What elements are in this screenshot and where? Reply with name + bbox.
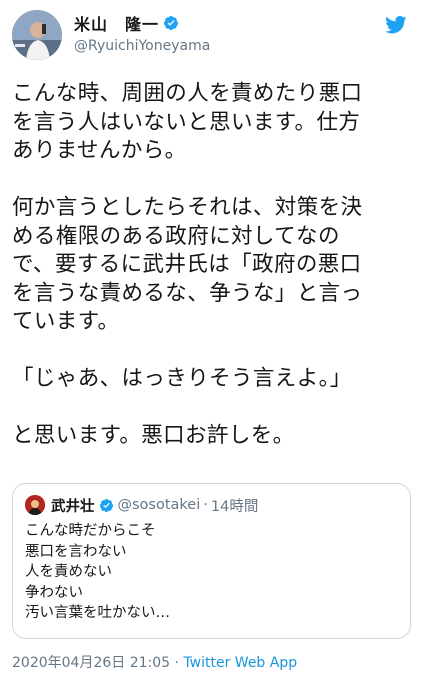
author-identity: 米山 隆一 @RyuichiYoneyama — [74, 12, 210, 54]
twitter-bird-icon[interactable] — [385, 16, 407, 34]
verified-badge-icon — [164, 16, 179, 30]
quoted-avatar — [25, 495, 45, 515]
tweet-paragraph: と思います。悪口お許しを。 — [12, 422, 409, 451]
quoted-line: 争わない — [25, 584, 83, 601]
avatar-photo — [12, 10, 62, 60]
quoted-line: 悪口を言わない — [25, 543, 127, 560]
verified-badge-icon — [99, 498, 113, 512]
author-display-name[interactable]: 米山 隆一 — [74, 11, 159, 35]
tweet-view: 米山 隆一 @RyuichiYoneyama こんな時、周囲の人を責めたり悪口 … — [0, 0, 425, 680]
quoted-tweet-header: 武井壮 @sosotakei · 14時間 — [25, 494, 398, 516]
footer-separator: · — [170, 655, 184, 671]
tweet-line: ありませんから。 — [12, 138, 187, 163]
quoted-tweet-card[interactable]: 武井壮 @sosotakei · 14時間 こんな時だからこそ 悪口を言わない … — [12, 483, 411, 639]
tweet-header: 米山 隆一 @RyuichiYoneyama — [12, 0, 409, 66]
quoted-line: 人を責めない — [25, 564, 112, 580]
tweet-footer: 2020年04月26日 21:05 · Twitter Web App — [12, 652, 297, 672]
tweet-paragraph: こんな時、周囲の人を責めたり悪口 を言う人はいないと思います。仕方 ありませんか… — [12, 80, 409, 166]
quoted-display-name: 武井壮 — [51, 498, 95, 515]
tweet-line: ています。 — [12, 309, 120, 334]
tweet-line: こんな時、周囲の人を責めたり悪口 — [12, 81, 363, 106]
tweet-line: 何か言うとしたらそれは、対策を決 — [12, 195, 363, 220]
quoted-handle: @sosotakei — [117, 497, 201, 513]
tweet-paragraph: 「じゃあ、はっきりそう言えよ。」 — [12, 365, 409, 394]
quoted-avatar-image — [25, 495, 45, 515]
tweet-line: を言うな責めるな、争うな」と言っ — [12, 280, 363, 306]
tweet-line: める権限のある政府に対してなの — [12, 223, 340, 249]
quoted-line: こんな時だからこそ — [25, 523, 156, 539]
tweet-paragraph: 何か言うとしたらそれは、対策を決 める権限のある政府に対してなの で、要するに武… — [12, 194, 409, 337]
quoted-tweet-text: こんな時だからこそ 悪口を言わない 人を責めない 争わない 汚い言葉を吐かない… — [25, 521, 398, 624]
quoted-separator: · — [203, 497, 208, 513]
tweet-line: を言う人はいないと思います。仕方 — [12, 109, 361, 135]
name-row: 米山 隆一 — [74, 12, 210, 34]
source-app-link[interactable]: Twitter Web App — [183, 655, 297, 671]
tweet-line: と思います。悪口お許しを。 — [12, 423, 295, 448]
avatar[interactable] — [12, 10, 62, 60]
tweet-line: 「じゃあ、はっきりそう言えよ。」 — [12, 366, 352, 391]
author-handle[interactable]: @RyuichiYoneyama — [74, 38, 210, 54]
quoted-line: 汚い言葉を吐かない… — [25, 605, 170, 621]
tweet-timestamp[interactable]: 2020年04月26日 21:05 — [12, 655, 170, 671]
tweet-text: こんな時、周囲の人を責めたり悪口 を言う人はいないと思います。仕方 ありませんか… — [12, 80, 409, 451]
tweet-line: で、要するに武井氏は「政府の悪口 — [12, 252, 362, 277]
quoted-relative-time: 14時間 — [210, 498, 259, 515]
